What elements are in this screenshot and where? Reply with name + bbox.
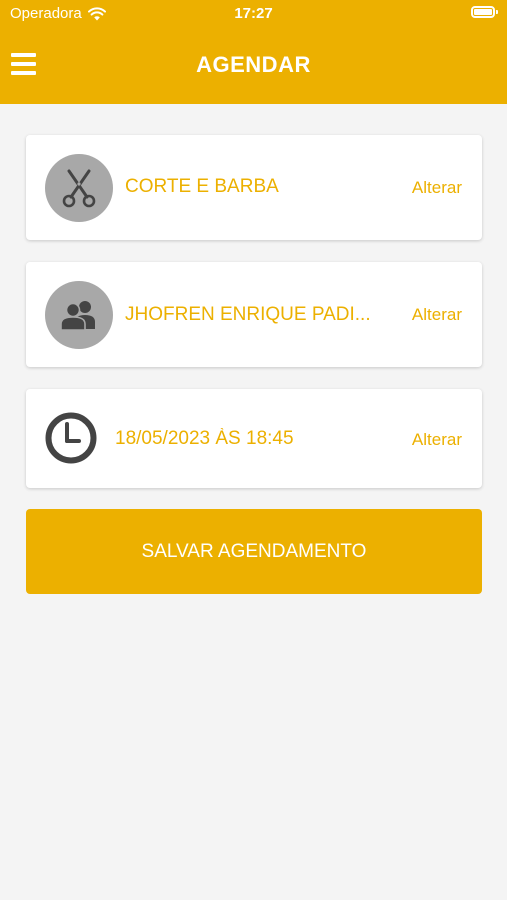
professional-card[interactable]: JHOFREN ENRIQUE PADI... Alterar xyxy=(26,262,482,367)
change-service-link[interactable]: Alterar xyxy=(412,178,462,198)
top-app-bar: Operadora 17:27 AGENDAR xyxy=(0,0,507,104)
professional-label: JHOFREN ENRIQUE PADI... xyxy=(125,304,371,325)
change-datetime-link[interactable]: Alterar xyxy=(412,430,462,450)
scissors-icon xyxy=(62,169,96,208)
status-bar: Operadora 17:27 xyxy=(0,0,507,28)
service-label: CORTE E BARBA xyxy=(125,176,279,197)
professional-avatar xyxy=(45,281,113,349)
save-appointment-button[interactable]: SALVAR AGENDAMENTO xyxy=(26,509,482,594)
change-professional-link[interactable]: Alterar xyxy=(412,305,462,325)
datetime-card[interactable]: 18/05/2023 ÀS 18:45 Alterar xyxy=(26,389,482,488)
service-avatar xyxy=(45,154,113,222)
datetime-label: 18/05/2023 ÀS 18:45 xyxy=(115,428,294,449)
clock-icon xyxy=(45,412,97,464)
service-card[interactable]: CORTE E BARBA Alterar xyxy=(26,135,482,240)
status-time: 17:27 xyxy=(234,5,273,22)
people-icon xyxy=(60,301,95,331)
page-title: AGENDAR xyxy=(196,52,311,77)
battery-icon xyxy=(471,6,498,18)
